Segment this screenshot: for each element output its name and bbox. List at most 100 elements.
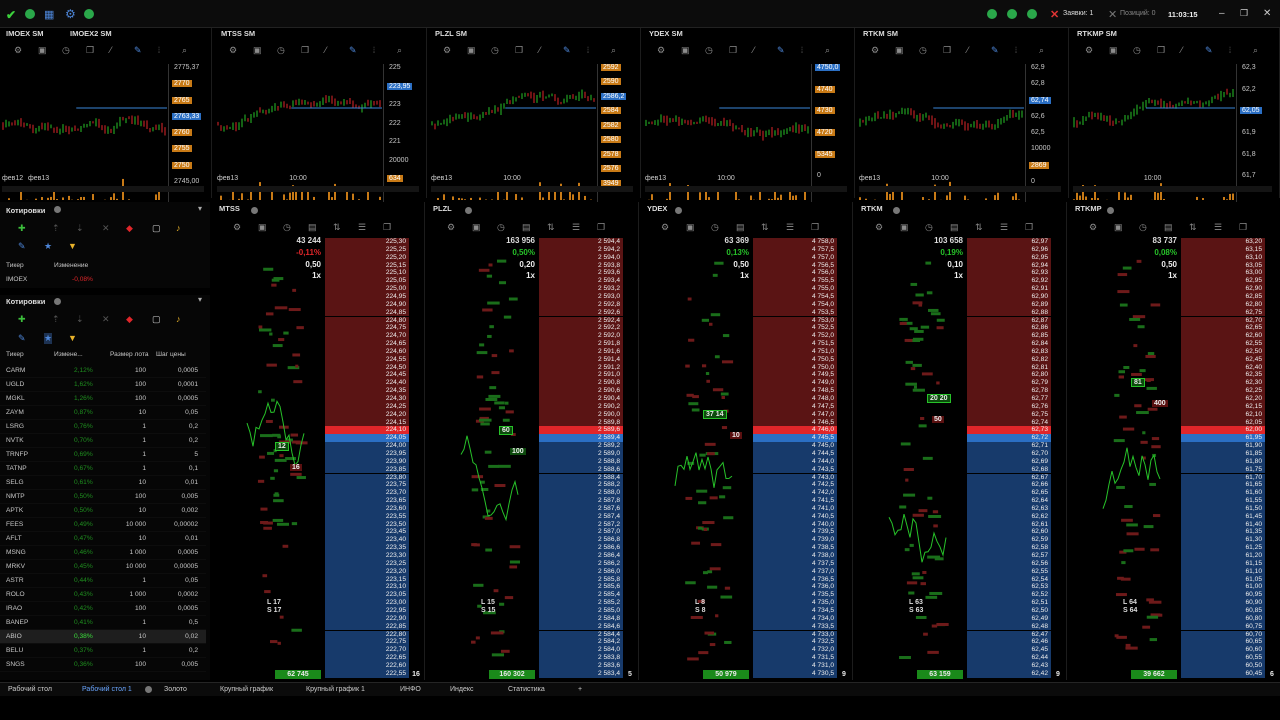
ladder-row[interactable]: 62,45 — [1181, 355, 1265, 364]
sort-icon[interactable]: ⇅ — [1189, 222, 1197, 233]
status-icon-2[interactable] — [1007, 9, 1017, 19]
ladder-row[interactable]: 62,61 — [967, 520, 1051, 529]
tick-chart[interactable] — [1073, 238, 1169, 678]
alarm-icon[interactable]: ◷ — [62, 45, 70, 56]
ladder-row[interactable]: 2 584,4 — [539, 630, 623, 639]
ladder-row[interactable]: 2 587,6 — [539, 504, 623, 513]
ladder-row[interactable]: 4 757,0 — [753, 253, 837, 262]
ladder-row[interactable]: 2 591,4 — [539, 355, 623, 364]
bars-icon[interactable]: ⦙ — [158, 45, 160, 56]
ladder-row[interactable]: 4 744,0 — [753, 457, 837, 466]
ladder-row[interactable]: 62,05 — [1181, 418, 1265, 427]
document-icon[interactable]: ▤ — [522, 222, 531, 233]
ladder-row[interactable]: 222,95 — [325, 606, 409, 615]
scalper-close-icon[interactable] — [675, 207, 682, 214]
ladder-row[interactable]: 4 747,5 — [753, 402, 837, 411]
ladder-row[interactable]: 4 755,0 — [753, 285, 837, 293]
mini-chart[interactable]: IMOEX SM IMOEX2 SM ⚙ ▣ ◷ ❐ ⁄ ✎ ⦙ ⌕ 2775,37 2770 2765… — [0, 28, 212, 204]
ladder-row[interactable]: 2 589,4 — [539, 434, 623, 443]
add-ticker-icon[interactable]: ✚ — [18, 314, 26, 325]
alarm-icon[interactable]: ◷ — [919, 45, 927, 56]
move-up-icon[interactable]: ⇡ — [52, 314, 60, 325]
ladder-row[interactable]: 2 589,6 — [539, 426, 623, 435]
tab[interactable]: Крупный график 1 — [306, 683, 365, 697]
ladder-row[interactable]: 62,71 — [967, 442, 1051, 450]
ladder-row[interactable]: 2 587,8 — [539, 497, 623, 505]
ladder-row[interactable]: 2 587,4 — [539, 512, 623, 521]
ladder-row[interactable]: 223,05 — [325, 591, 409, 600]
ladder-row[interactable]: 62,83 — [967, 347, 1051, 356]
ladder-row[interactable]: 62,89 — [967, 300, 1051, 309]
pen-icon[interactable]: ✎ — [1205, 45, 1213, 56]
list-icon[interactable]: ☰ — [786, 222, 794, 233]
ladder-row[interactable]: 4 743,5 — [753, 465, 837, 474]
table-row[interactable]: UGLD 1,62% 100 0,0001 — [0, 378, 206, 392]
mini-chart[interactable]: RTKM SM ⚙ ▣ ◷ ❐ ⁄ ✎ ⦙ ⌕ 62,9 62,8 62,74 62,6 62,5 1000… — [857, 28, 1069, 204]
ladder-row[interactable]: 4 731,0 — [753, 661, 837, 670]
bell-icon[interactable]: ♪ — [176, 314, 181, 324]
pen-icon[interactable]: ✎ — [349, 45, 357, 56]
ladder-row[interactable]: 4 733,0 — [753, 630, 837, 639]
bars-icon[interactable]: ⦙ — [373, 45, 375, 56]
ladder-row[interactable]: 62,59 — [967, 536, 1051, 545]
ladder-row[interactable]: 4 746,5 — [753, 418, 837, 427]
ladder-row[interactable]: 223,20 — [325, 567, 409, 576]
search-icon[interactable]: ⌕ — [182, 45, 187, 56]
ladder-row[interactable]: 61,15 — [1181, 559, 1265, 568]
pencil-icon[interactable]: ✎ — [18, 333, 26, 344]
search-icon[interactable]: ⌕ — [397, 45, 402, 56]
tab-close-icon[interactable] — [145, 686, 152, 693]
filter-icon[interactable]: ▼ — [68, 241, 77, 251]
ladder-row[interactable]: 4 757,5 — [753, 245, 837, 254]
ladder-row[interactable]: 223,55 — [325, 512, 409, 521]
ladder-row[interactable]: 4 750,0 — [753, 363, 837, 372]
ladder-row[interactable]: 4 741,5 — [753, 497, 837, 505]
ladder-row[interactable]: 62,90 — [1181, 285, 1265, 293]
ladder-row[interactable]: 222,60 — [325, 661, 409, 670]
document-icon[interactable]: ▤ — [950, 222, 959, 233]
ladder-row[interactable]: 225,10 — [325, 269, 409, 278]
camera-icon[interactable]: ▣ — [681, 45, 690, 56]
ladder-row[interactable]: 61,85 — [1181, 449, 1265, 458]
ladder-row[interactable]: 2 589,8 — [539, 418, 623, 427]
ladder-row[interactable]: 2 585,8 — [539, 575, 623, 584]
ladder-row[interactable]: 62,70 — [967, 449, 1051, 458]
ladder-row[interactable]: 224,50 — [325, 363, 409, 372]
add-ticker-icon[interactable]: ✚ — [18, 223, 26, 234]
alarm-icon[interactable]: ◷ — [711, 222, 719, 233]
ladder-row[interactable]: 4 735,0 — [753, 599, 837, 607]
ladder-row[interactable]: 60,50 — [1181, 661, 1265, 670]
ladder-row[interactable]: 62,75 — [1181, 308, 1265, 317]
ladder-row[interactable]: 60,60 — [1181, 646, 1265, 655]
ladder-row[interactable]: 4 732,5 — [753, 638, 837, 647]
ladder-row[interactable]: 223,10 — [325, 583, 409, 592]
mini-chart-title[interactable]: IMOEX SM — [6, 29, 44, 38]
ladder-row[interactable]: 2 593,8 — [539, 261, 623, 270]
sort-icon[interactable]: ⇅ — [975, 222, 983, 233]
ladder-row[interactable]: 60,45 — [1181, 669, 1265, 678]
ladder-row[interactable]: 62,76 — [967, 402, 1051, 411]
ladder-row[interactable]: 62,49 — [967, 614, 1051, 623]
ladder-row[interactable]: 61,65 — [1181, 481, 1265, 490]
ladder-row[interactable]: 222,65 — [325, 654, 409, 662]
ladder-row[interactable]: 4 744,5 — [753, 449, 837, 458]
table-row[interactable]: SELG 0,61% 10 0,01 — [0, 476, 206, 490]
ladder-row[interactable]: 223,80 — [325, 473, 409, 482]
ladder-row[interactable]: 62,86 — [967, 324, 1051, 333]
pen-icon[interactable]: ✎ — [991, 45, 999, 56]
status-icon-3[interactable] — [1027, 9, 1037, 19]
ladder-row[interactable]: 63,05 — [1181, 261, 1265, 270]
ladder-row[interactable]: 62,65 — [967, 489, 1051, 498]
ladder-row[interactable]: 2 591,0 — [539, 371, 623, 380]
column-change[interactable]: Изменение — [54, 262, 88, 269]
mini-chart[interactable]: PLZL SM ⚙ ▣ ◷ ❐ ⁄ ✎ ⦙ ⌕ 2592 2590 2586,2 2584 2582 258… — [429, 28, 641, 204]
ladder-row[interactable]: 224,40 — [325, 379, 409, 388]
ladder-row[interactable]: 4 754,0 — [753, 300, 837, 309]
alarm-icon[interactable]: ◷ — [283, 222, 291, 233]
alarm-icon[interactable]: ◷ — [705, 45, 713, 56]
chart-scrollbar[interactable] — [431, 186, 633, 192]
alarm-icon[interactable]: ◷ — [1139, 222, 1147, 233]
ladder-row[interactable]: 62,73 — [967, 426, 1051, 435]
pen-icon[interactable]: ✎ — [563, 45, 571, 56]
ladder-row[interactable]: 2 593,6 — [539, 269, 623, 278]
